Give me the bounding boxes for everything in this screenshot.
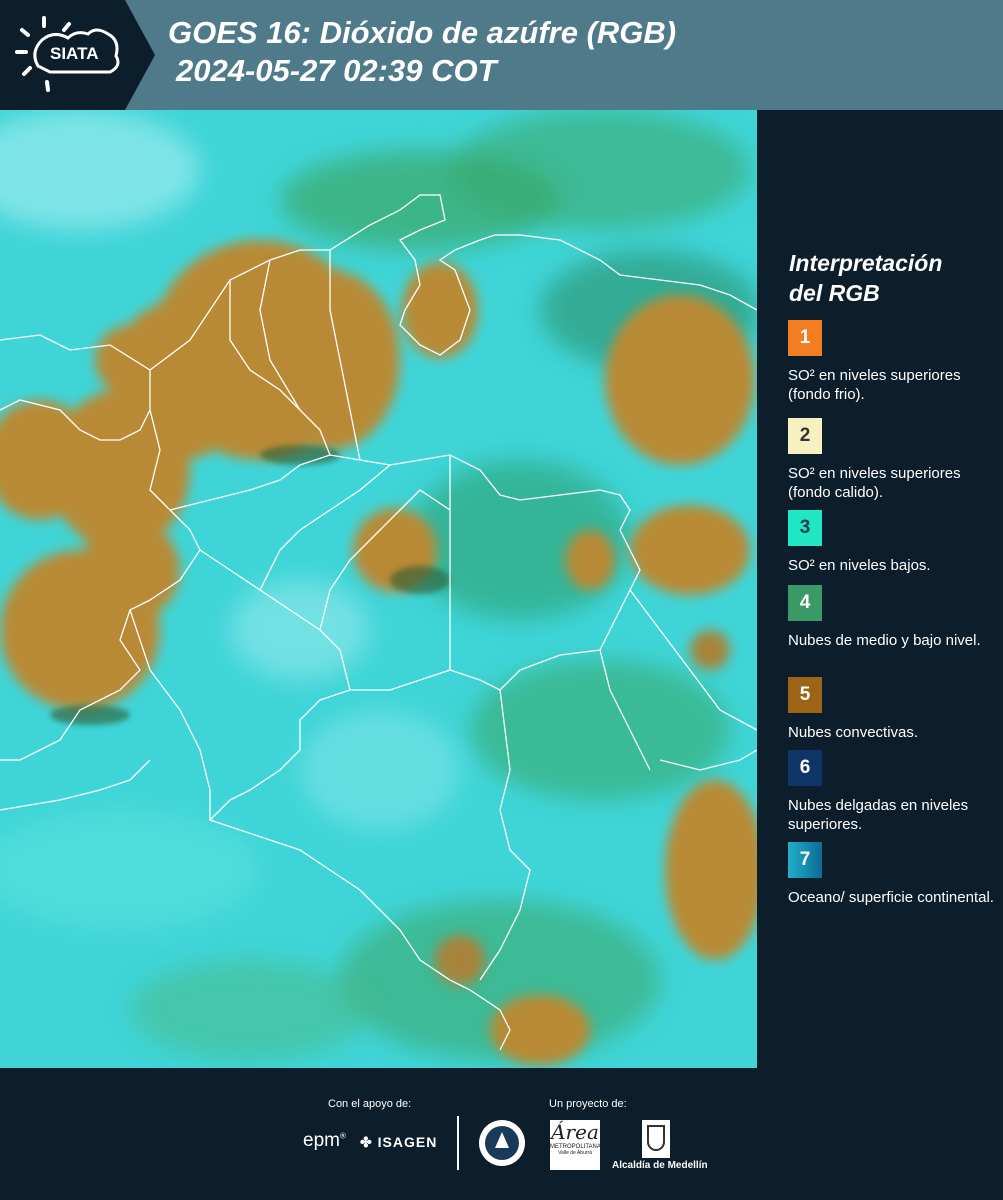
footer: Con el apoyo de: Un proyecto de: epm® ✤ … bbox=[0, 1068, 1003, 1200]
legend-text: Nubes convectivas. bbox=[788, 724, 919, 741]
footer-divider bbox=[457, 1116, 459, 1170]
medellin-seal-icon bbox=[479, 1120, 525, 1166]
area-logo-sub2: Valle de Aburrá bbox=[558, 1150, 592, 1156]
epm-logo: epm® bbox=[303, 1130, 346, 1151]
legend-text: SO² en niveles bajos. bbox=[788, 557, 931, 574]
page-title: GOES 16: Dióxido de azúfre (RGB) 2024-05… bbox=[168, 14, 676, 90]
legend-text: Nubes delgadas en niveles superiores. bbox=[788, 797, 969, 833]
legend-item: 2 SO² en niveles superiores (fondo calid… bbox=[788, 418, 998, 512]
legend-swatch: 6 bbox=[788, 750, 822, 786]
isagen-logo: ✤ ISAGEN bbox=[360, 1134, 437, 1151]
satellite-map bbox=[0, 110, 757, 1068]
legend-item: 3 SO² en niveles bajos. bbox=[788, 510, 998, 575]
legend-swatch: 2 bbox=[788, 418, 822, 454]
logo-text: SIATA bbox=[50, 44, 99, 63]
legend-text: SO² en niveles superiores (fondo frio). bbox=[788, 367, 961, 403]
isagen-text: ISAGEN bbox=[377, 1134, 438, 1150]
legend-swatch: 3 bbox=[788, 510, 822, 546]
legend-swatch: 7 bbox=[788, 842, 822, 878]
legend-swatch: 1 bbox=[788, 320, 822, 356]
header-bar: SIATA GOES 16: Dióxido de azúfre (RGB) 2… bbox=[0, 0, 1003, 110]
alcaldia-text: Alcaldía de Medellín bbox=[612, 1160, 708, 1171]
isagen-icon: ✤ bbox=[360, 1134, 373, 1150]
legend-text: SO² en niveles superiores (fondo calido)… bbox=[788, 465, 961, 501]
siata-logo: SIATA bbox=[0, 0, 155, 110]
legend-item: 4 Nubes de medio y bajo nivel. bbox=[788, 585, 998, 650]
legend-panel: Interpretación del RGB 1 SO² en niveles … bbox=[762, 110, 1003, 1068]
legend-text: Oceano/ superficie continental. bbox=[788, 889, 994, 906]
legend-item: 7 Oceano/ superficie continental. bbox=[788, 842, 998, 907]
alcaldia-shield-icon bbox=[642, 1120, 670, 1158]
legend-item: 1 SO² en niveles superiores (fondo frio)… bbox=[788, 320, 998, 404]
legend-item: 5 Nubes convectivas. bbox=[788, 677, 998, 742]
title-line: GOES 16: Dióxido de azúfre (RGB) bbox=[168, 15, 677, 50]
area-metropolitana-logo: Área METROPOLITANA Valle de Aburrá bbox=[550, 1120, 601, 1170]
legend-title: Interpretación del RGB bbox=[789, 248, 942, 308]
timestamp: 2024-05-27 02:39 COT bbox=[176, 53, 497, 88]
project-label: Un proyecto de: bbox=[549, 1098, 627, 1110]
epm-text: epm bbox=[303, 1130, 340, 1151]
legend-text: Nubes de medio y bajo nivel. bbox=[788, 632, 981, 649]
support-label: Con el apoyo de: bbox=[328, 1098, 412, 1110]
legend-swatch: 4 bbox=[788, 585, 822, 621]
legend-title-line2: del RGB bbox=[789, 280, 880, 306]
legend-swatch: 5 bbox=[788, 677, 822, 713]
legend-title-line1: Interpretación bbox=[789, 250, 943, 276]
legend-item: 6 Nubes delgadas en niveles superiores. bbox=[788, 750, 998, 834]
area-logo-text: Área bbox=[551, 1120, 599, 1144]
